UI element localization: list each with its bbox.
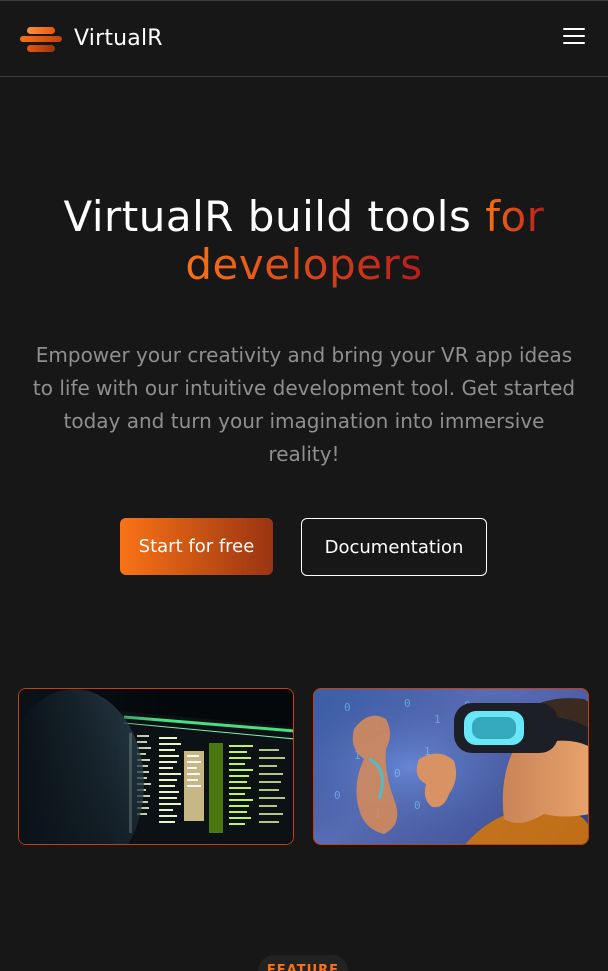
brand-name: VirtualR: [74, 26, 163, 51]
hero-title-accent-for: for: [485, 192, 545, 241]
svg-text:0: 0: [394, 767, 401, 780]
hero-title: VirtualR build tools for developers: [0, 193, 608, 289]
documentation-button[interactable]: Documentation: [301, 518, 487, 576]
svg-text:0: 0: [334, 789, 341, 802]
svg-text:0: 0: [414, 799, 421, 812]
code-screen-image: [18, 688, 294, 845]
start-for-free-button[interactable]: Start for free: [120, 518, 273, 575]
hamburger-menu-icon[interactable]: [562, 25, 586, 47]
svg-text:0: 0: [404, 697, 411, 710]
svg-text:1: 1: [434, 713, 441, 726]
brand[interactable]: VirtualR: [20, 26, 163, 52]
page: VirtualR VirtualR build tools for develop…: [0, 0, 608, 971]
hero-title-accent-developers: developers: [185, 240, 423, 289]
hero-subtitle: Empower your creativity and bring your V…: [32, 343, 576, 466]
hero-title-main: VirtualR build tools: [63, 192, 486, 241]
svg-text:0: 0: [344, 701, 351, 714]
vr-headset-user-image: 010 101 010 101 01: [313, 688, 589, 845]
feature-badge: FEATURE: [258, 955, 348, 971]
navbar: VirtualR: [0, 0, 608, 77]
virtualr-logo-icon: [20, 26, 62, 52]
